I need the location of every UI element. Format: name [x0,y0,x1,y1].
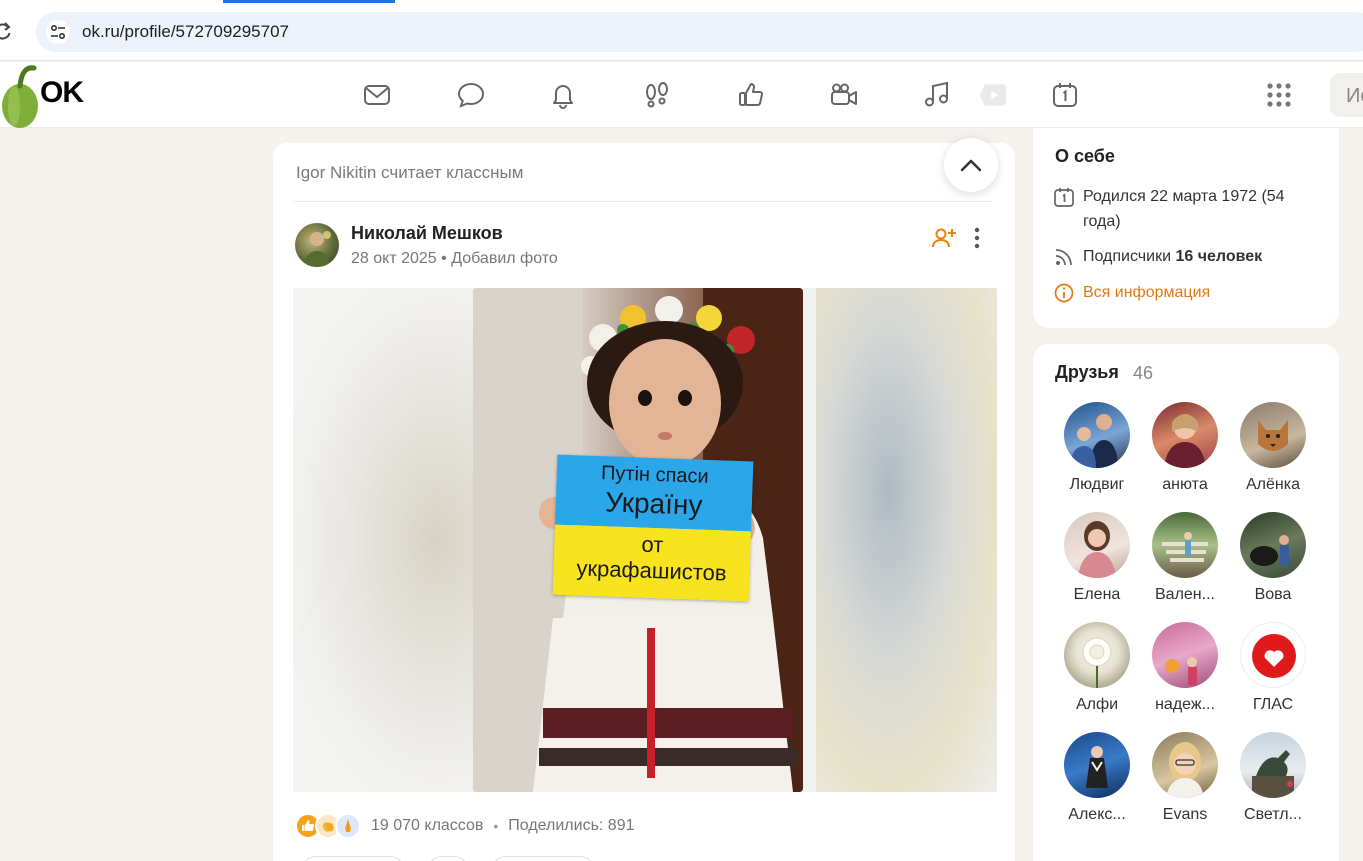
about-title: О себе [1055,146,1115,166]
browser-toolbar: ok.ru/profile/572709295707 [0,0,1363,61]
all-info-link[interactable]: Вся информация [1083,280,1210,305]
friend-name[interactable]: Вова [1233,586,1313,604]
music-icon[interactable] [920,78,954,112]
reload-icon[interactable] [0,20,12,42]
friend-name[interactable]: анюта [1145,476,1225,494]
feed-post-card: Igor Nikitin считает классным Николай Ме… [273,143,1015,861]
friend-avatar[interactable] [1064,732,1130,798]
bell-icon[interactable] [546,78,580,112]
friend-item[interactable]: ГЛАС [1233,622,1313,722]
search-input[interactable]: Ис [1330,73,1363,117]
liked-by-text[interactable]: Igor Nikitin считает классным [296,163,523,183]
friend-avatar[interactable] [1152,512,1218,578]
friend-item[interactable]: Людвиг [1057,402,1137,502]
zucchini-logo-icon [2,65,38,128]
friend-name[interactable]: Evans [1145,806,1225,824]
author-avatar[interactable] [295,223,339,267]
post-action: Добавил фото [451,250,558,267]
post-meta: 28 окт 2025 • Добавил фото [351,250,558,268]
like-icon[interactable] [734,78,768,112]
ok-logo-text: OK [40,76,84,109]
reaction-separator: • [493,818,499,834]
friend-avatar[interactable] [1064,622,1130,688]
friend-name[interactable]: надеж... [1145,696,1225,714]
subscribers-label: Подписчики [1083,248,1172,265]
friend-item[interactable]: анюта [1145,402,1225,502]
friends-title[interactable]: Друзья [1055,362,1119,383]
friend-name[interactable]: Алекс... [1057,806,1137,824]
friend-item[interactable]: Алёнка [1233,402,1313,502]
like-button[interactable] [491,856,595,861]
site-settings-icon[interactable] [46,20,70,44]
friend-name[interactable]: Людвиг [1057,476,1137,494]
friend-item[interactable]: Елена [1057,512,1137,612]
friend-item[interactable]: Алекс... [1057,732,1137,832]
about-card: О себе Родился 22 марта 1972 (54 года) П… [1033,128,1339,328]
friend-item[interactable]: Светл... [1233,732,1313,832]
next-photo-preview[interactable] [816,288,997,792]
friends-card: Друзья 46 Людвиг анюта Алёнка Елена Вале… [1033,344,1339,861]
author-name[interactable]: Николай Мешков [351,223,503,244]
sign-line-2: Україну [604,486,703,521]
friend-name[interactable]: Алёнка [1233,476,1313,494]
scroll-to-top-button[interactable] [944,138,998,192]
chat-icon[interactable] [454,78,488,112]
friend-item[interactable]: надеж... [1145,622,1225,722]
photo-blur-background [293,288,473,792]
rss-icon [1055,249,1072,266]
friend-avatar[interactable] [1064,512,1130,578]
all-info-row[interactable]: Вся информация [1053,280,1210,305]
friend-name[interactable]: Вален... [1145,586,1225,604]
friend-name[interactable]: Светл... [1233,806,1313,824]
add-friend-icon[interactable] [931,225,957,251]
likes-count[interactable]: 19 070 классов [371,817,483,835]
praying-hands-icon[interactable] [335,813,361,839]
friend-avatar[interactable] [1240,402,1306,468]
url-text[interactable]: ok.ru/profile/572709295707 [82,22,289,42]
friend-avatar[interactable] [1152,402,1218,468]
birthday-text: Родился 22 марта 1972 (54 года) [1083,188,1285,230]
shares-count[interactable]: Поделились: 891 [508,817,634,835]
birthday-row: Родился 22 марта 1972 (54 года) [1053,184,1323,234]
friend-item[interactable]: Evans [1145,732,1225,832]
calendar-icon [1054,188,1074,207]
friend-item[interactable]: Алфи [1057,622,1137,722]
reactions-bar: 19 070 классов • Поделились: 891 [295,811,635,841]
friend-item[interactable]: Вова [1233,512,1313,612]
footprints-icon[interactable] [640,78,674,112]
mail-icon[interactable] [360,78,394,112]
ok-logo[interactable]: OK [0,62,92,128]
apps-grid-icon[interactable] [1262,78,1296,112]
friend-avatar[interactable] [1240,622,1306,688]
subscribers-row[interactable]: Подписчики 16 человек [1053,244,1262,269]
friend-name[interactable]: ГЛАС [1233,696,1313,714]
active-tab-indicator [223,0,395,3]
subscribers-value[interactable]: 16 человек [1175,244,1262,269]
divider [293,201,993,202]
friend-avatar[interactable] [1240,732,1306,798]
friends-count: 46 [1133,363,1154,383]
meta-separator: • [441,250,447,267]
info-icon [1054,283,1074,303]
comment-button[interactable] [301,856,405,861]
friend-name[interactable]: Алфи [1057,696,1137,714]
video-camera-icon[interactable] [827,78,861,112]
post-photo-carousel[interactable]: Путін спаси Україну от украфашистов [293,288,997,792]
share-button[interactable] [427,856,469,861]
friend-avatar[interactable] [1152,622,1218,688]
friend-avatar[interactable] [1240,512,1306,578]
post-date[interactable]: 28 окт 2025 [351,250,437,267]
calendar-icon[interactable] [1048,78,1082,112]
address-bar[interactable]: ok.ru/profile/572709295707 [36,12,1363,52]
chevron-up-icon [960,159,982,172]
more-options-icon[interactable] [967,225,987,251]
photo-sign: Путін спаси Україну от украфашистов [552,454,754,602]
friend-item[interactable]: Вален... [1145,512,1225,612]
site-header: OK Ис [0,62,1363,128]
friend-avatar[interactable] [1064,402,1130,468]
post-photo[interactable]: Путін спаси Україну от украфашистов [473,288,803,792]
friend-name[interactable]: Елена [1057,586,1137,604]
friend-avatar[interactable] [1152,732,1218,798]
play-icon[interactable] [976,78,1010,112]
